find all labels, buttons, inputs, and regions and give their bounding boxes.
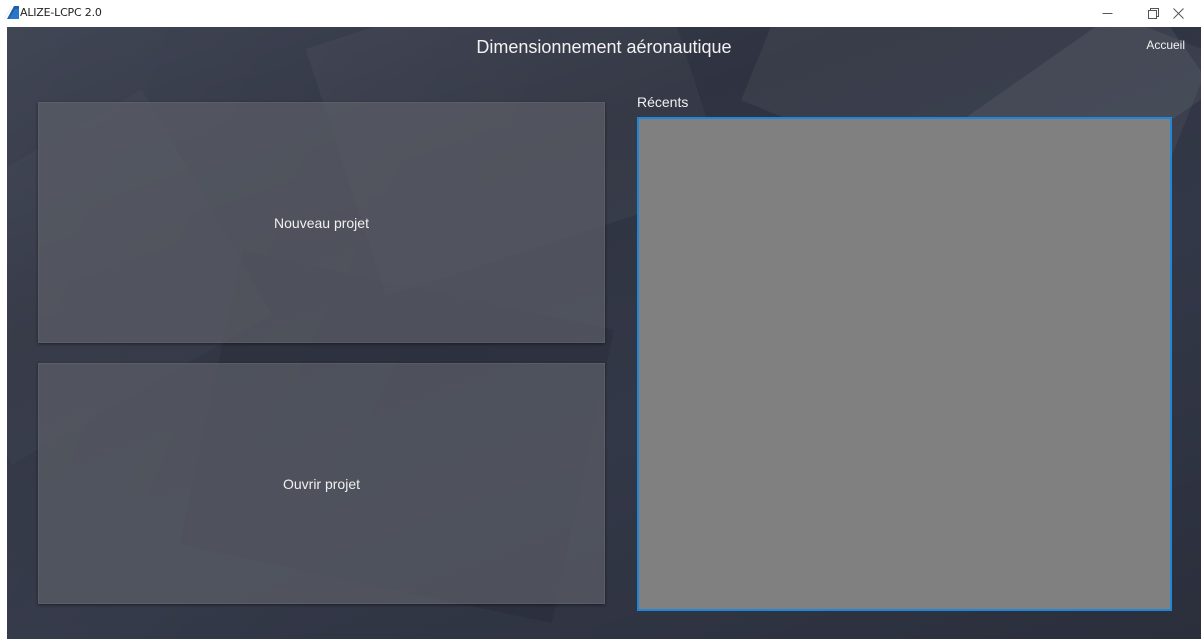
page-title: Dimensionnement aéronautique bbox=[476, 37, 732, 57]
close-icon bbox=[1172, 8, 1184, 19]
recents-label: Récents bbox=[637, 94, 689, 110]
home-link[interactable]: Accueil bbox=[1146, 38, 1185, 52]
new-project-button[interactable]: Nouveau projet bbox=[38, 102, 605, 343]
alize-logo-icon bbox=[4, 6, 19, 19]
app-main: Dimensionnement aéronautique Accueil Nou… bbox=[7, 27, 1201, 639]
new-project-label: Nouveau projet bbox=[274, 214, 369, 231]
window-title: ALIZE-LCPC 2.0 bbox=[20, 6, 102, 19]
recents-list[interactable] bbox=[637, 117, 1172, 611]
open-project-label: Ouvrir projet bbox=[282, 475, 361, 492]
minimize-button[interactable] bbox=[1084, 0, 1130, 27]
close-button[interactable] bbox=[1155, 0, 1201, 27]
open-project-button[interactable]: Ouvrir projet bbox=[38, 363, 605, 604]
window-title-bar: ALIZE-LCPC 2.0 bbox=[0, 0, 1201, 27]
minimize-icon bbox=[1102, 13, 1112, 14]
